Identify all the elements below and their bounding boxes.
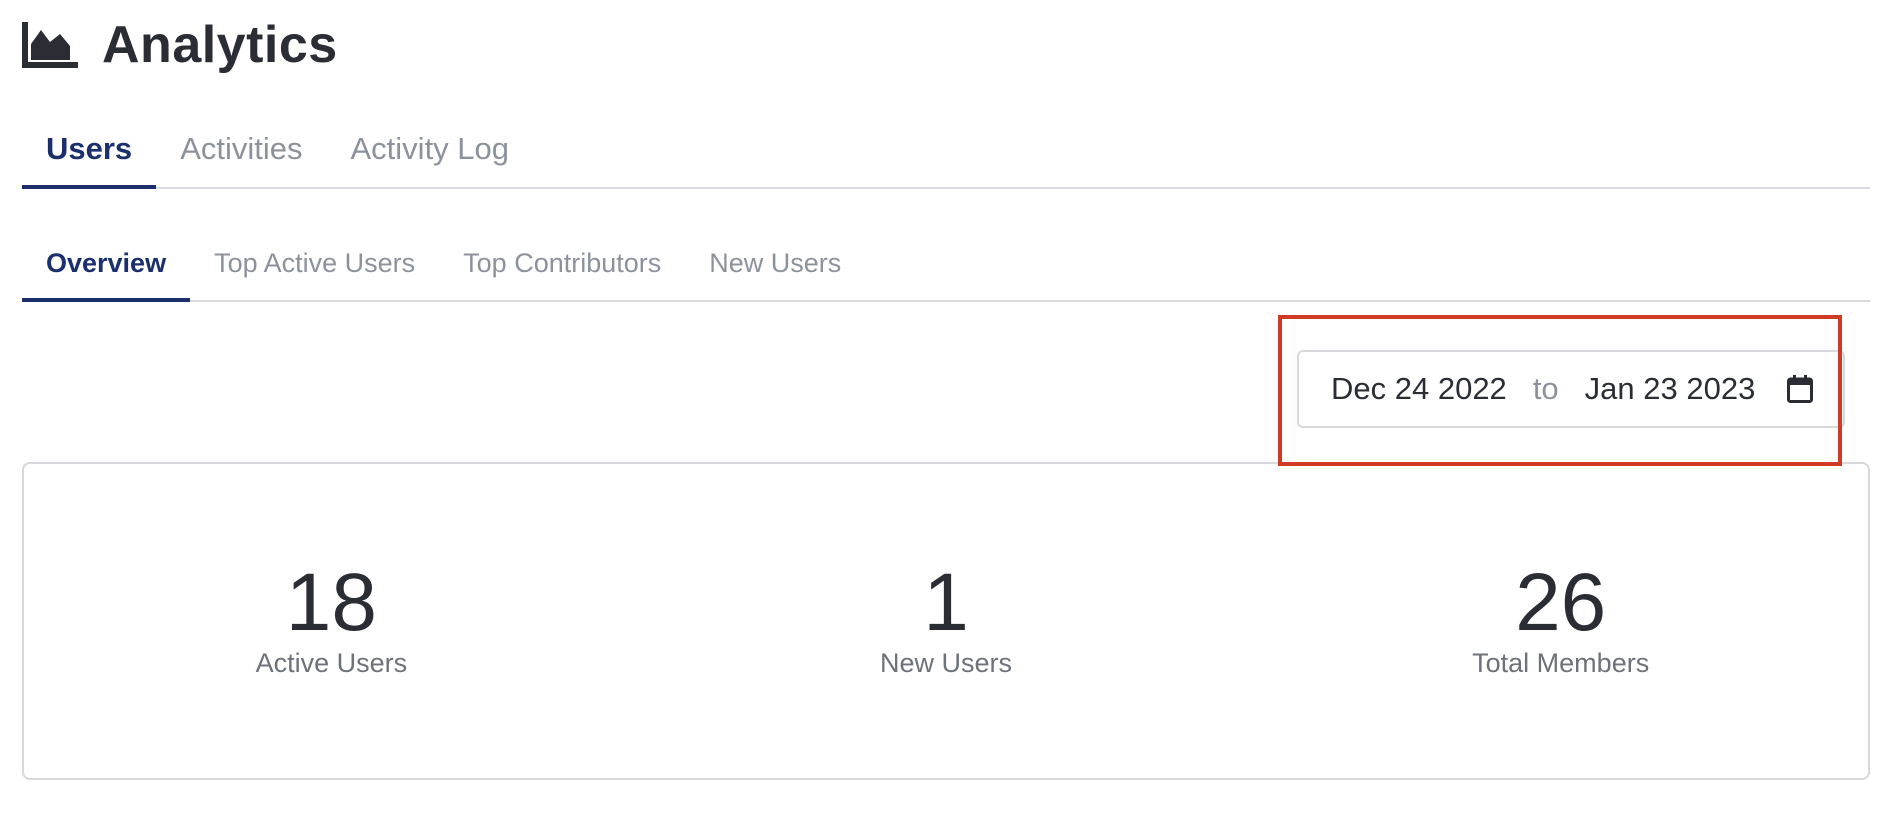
tab-activity-log[interactable]: Activity Log <box>327 118 534 187</box>
stat-label: Active Users <box>255 648 408 678</box>
stat-label: New Users <box>879 648 1013 678</box>
sub-tabs: Overview Top Active Users Top Contributo… <box>22 238 1870 302</box>
tab-new-users[interactable]: New Users <box>685 238 865 300</box>
stat-total-members: 26 Total Members <box>1253 464 1868 778</box>
page-header: Analytics <box>22 10 338 80</box>
tab-activities[interactable]: Activities <box>156 118 326 187</box>
stat-new-users: 1 New Users <box>639 464 1254 778</box>
tab-top-contributors[interactable]: Top Contributors <box>439 238 685 300</box>
main-tabs: Users Activities Activity Log <box>22 118 1870 189</box>
tab-overview[interactable]: Overview <box>22 238 191 302</box>
tab-users[interactable]: Users <box>22 118 157 189</box>
stat-active-users: 18 Active Users <box>24 464 639 778</box>
stat-value: 1 <box>923 557 969 648</box>
stat-value: 26 <box>1515 557 1607 648</box>
date-range-highlight <box>1278 315 1842 466</box>
stat-value: 18 <box>285 557 377 648</box>
stat-label: Total Members <box>1472 648 1650 678</box>
area-chart-icon <box>22 22 78 68</box>
page-title: Analytics <box>102 16 338 74</box>
tab-top-active-users[interactable]: Top Active Users <box>190 238 439 300</box>
stats-card: 18 Active Users 1 New Users 26 Total Mem… <box>22 462 1870 780</box>
